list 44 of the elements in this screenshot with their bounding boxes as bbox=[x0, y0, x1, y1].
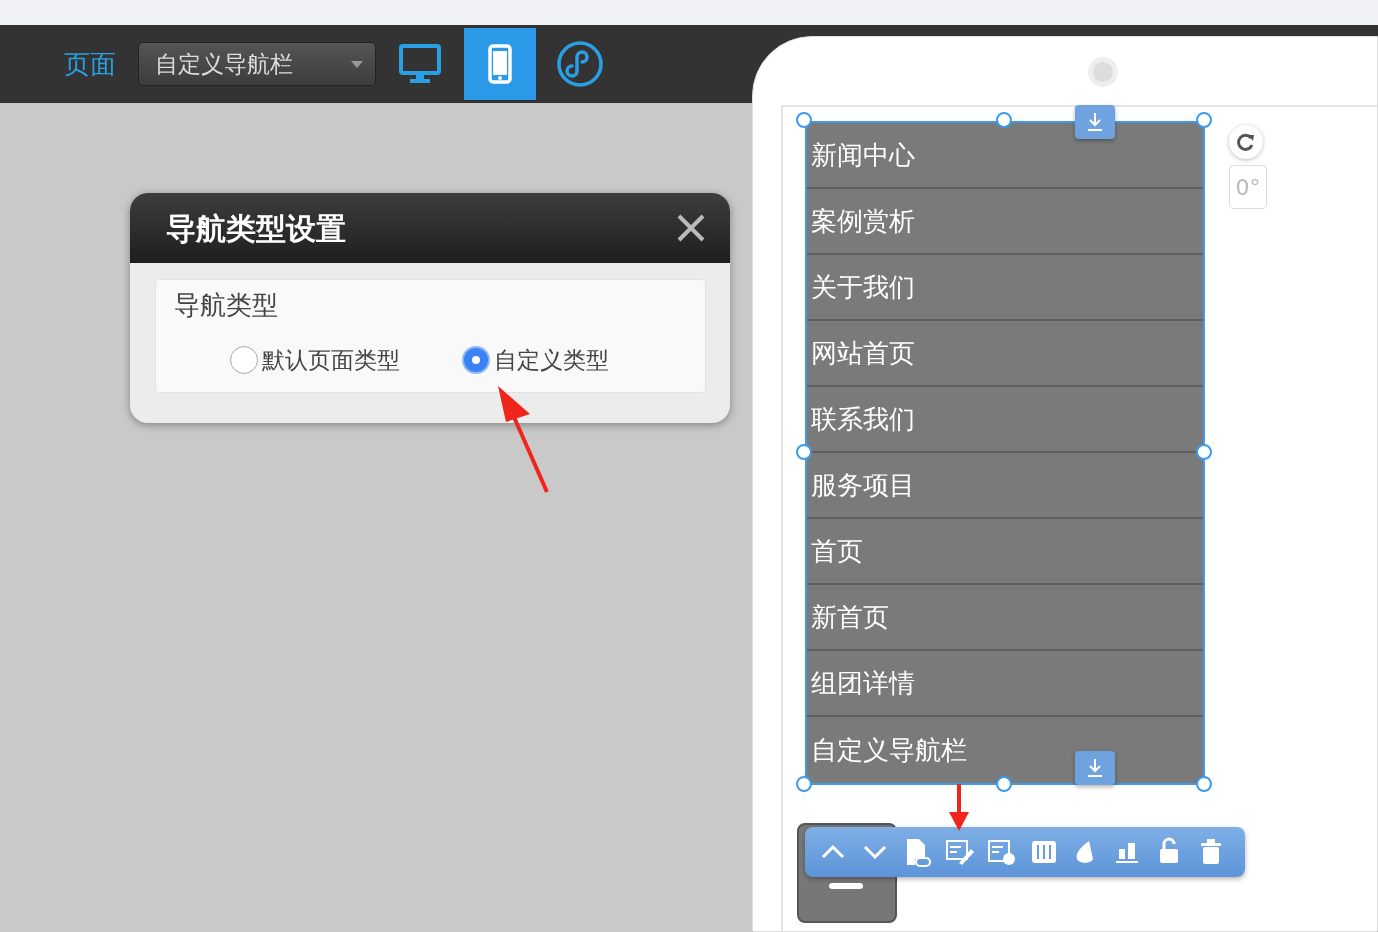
caret-icon bbox=[351, 60, 363, 68]
download-icon bbox=[1086, 758, 1104, 778]
phone-icon bbox=[488, 44, 512, 84]
download-button[interactable] bbox=[1075, 751, 1115, 785]
nav-item[interactable]: 服务项目 bbox=[807, 453, 1203, 519]
page-label: 页面 bbox=[64, 47, 116, 81]
resize-handle[interactable] bbox=[1196, 776, 1212, 792]
radio-button[interactable] bbox=[230, 346, 258, 375]
monitor-icon bbox=[399, 44, 441, 84]
camera-dot bbox=[1088, 57, 1118, 87]
resize-handle[interactable] bbox=[796, 776, 812, 792]
link-circle-icon bbox=[556, 40, 604, 88]
download-button[interactable] bbox=[1075, 105, 1115, 139]
nav-item[interactable]: 关于我们 bbox=[807, 255, 1203, 321]
rotate-button[interactable] bbox=[1229, 125, 1263, 159]
rotate-icon bbox=[1236, 132, 1256, 152]
resize-handle[interactable] bbox=[996, 112, 1012, 128]
toolbar-button[interactable] bbox=[945, 837, 975, 867]
bar-mark bbox=[829, 883, 863, 889]
group-label: 导航类型 bbox=[174, 289, 279, 322]
list-edit-icon bbox=[945, 837, 975, 867]
nav-item[interactable]: 新首页 bbox=[807, 585, 1203, 651]
radio-button[interactable] bbox=[462, 346, 490, 375]
nav-item[interactable]: 自定义导航栏 bbox=[807, 717, 1203, 783]
device-button[interactable] bbox=[464, 28, 536, 100]
resize-handle[interactable] bbox=[796, 112, 812, 128]
resize-handle[interactable] bbox=[1196, 112, 1212, 128]
pointer-arrow bbox=[948, 784, 970, 832]
option-label: 自定义类型 bbox=[494, 346, 609, 375]
nav-item[interactable]: 组团详情 bbox=[807, 651, 1203, 717]
download-icon bbox=[1086, 112, 1104, 132]
close-button[interactable] bbox=[676, 213, 706, 243]
list-gear-icon bbox=[987, 837, 1017, 867]
resize-handle[interactable] bbox=[996, 776, 1012, 792]
dialog-title: 导航类型设置 bbox=[166, 209, 346, 248]
toolbar-button[interactable] bbox=[987, 837, 1017, 867]
page-select[interactable]: 自定义导航栏 bbox=[138, 42, 376, 86]
nav-item[interactable]: 首页 bbox=[807, 519, 1203, 585]
nav-item[interactable]: 网站首页 bbox=[807, 321, 1203, 387]
nav-item[interactable]: 案例赏析 bbox=[807, 189, 1203, 255]
option-label: 默认页面类型 bbox=[262, 346, 400, 375]
angle-value: 0° bbox=[1229, 165, 1267, 209]
resize-handle[interactable] bbox=[1196, 444, 1212, 460]
resize-handle[interactable] bbox=[796, 444, 812, 460]
